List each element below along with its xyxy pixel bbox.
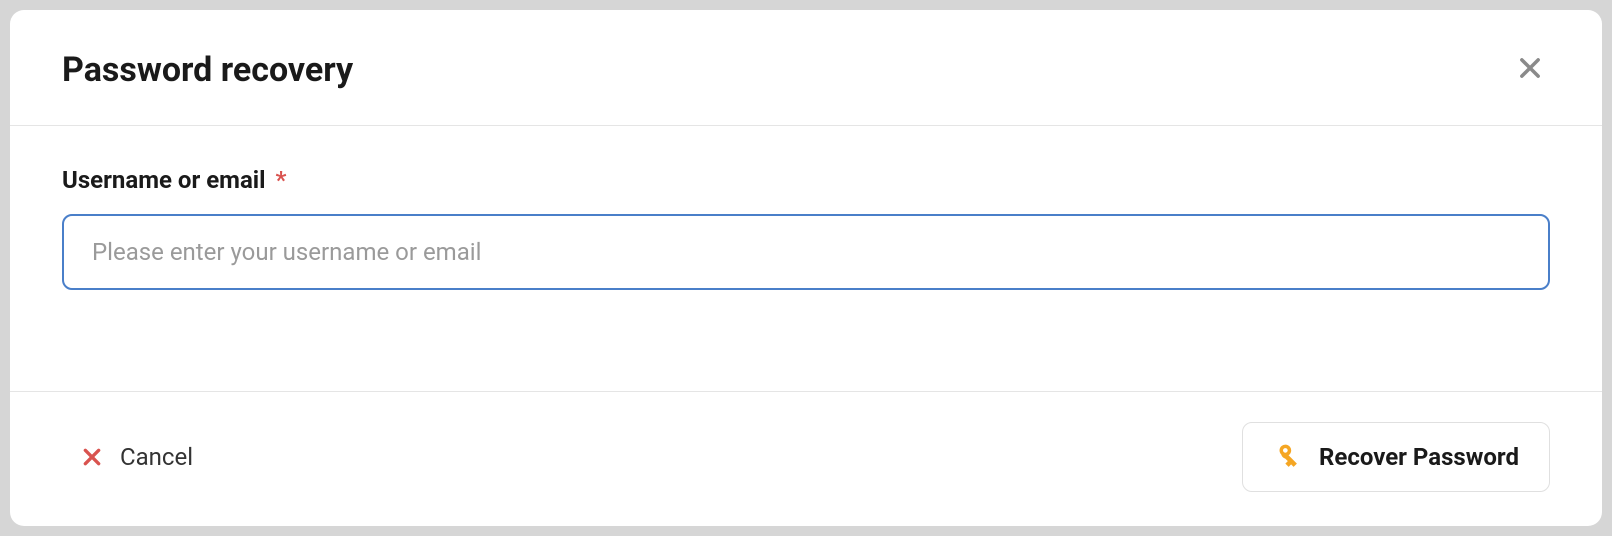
username-label: Username or email * xyxy=(62,166,1550,194)
cancel-x-icon xyxy=(82,447,102,467)
recover-label: Recover Password xyxy=(1319,443,1519,471)
cancel-label: Cancel xyxy=(120,443,193,471)
modal-header: Password recovery xyxy=(10,10,1602,126)
modal-title: Password recovery xyxy=(62,50,353,90)
close-button[interactable] xyxy=(1510,48,1550,91)
required-asterisk: * xyxy=(275,166,286,194)
recover-password-button[interactable]: Recover Password xyxy=(1242,422,1550,492)
close-icon xyxy=(1516,54,1544,85)
key-icon xyxy=(1273,443,1301,471)
modal-footer: Cancel Recover Password xyxy=(10,392,1602,526)
username-label-text: Username or email xyxy=(62,166,266,194)
username-input[interactable] xyxy=(62,214,1550,290)
modal-body: Username or email * xyxy=(10,126,1602,392)
cancel-button[interactable]: Cancel xyxy=(70,433,205,481)
password-recovery-modal: Password recovery Username or email * xyxy=(10,10,1602,526)
